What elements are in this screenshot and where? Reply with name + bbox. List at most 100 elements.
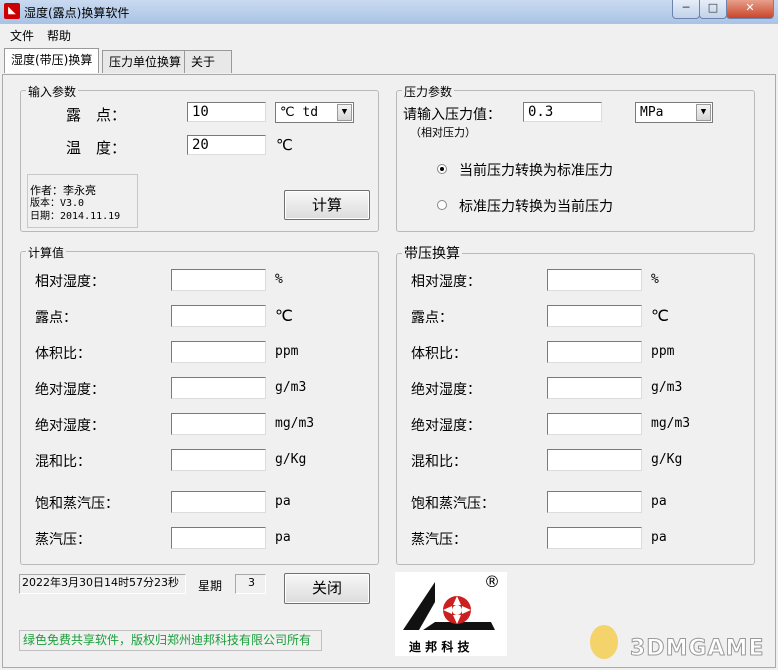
- tab-strip: 湿度(带压)换算 压力单位换算 关于: [0, 46, 778, 74]
- option-current-to-standard[interactable]: 当前压力转换为标准压力: [459, 160, 613, 180]
- option-standard-to-current[interactable]: 标准压力转换为当前压力: [459, 196, 613, 216]
- pressure-unit-value: MPa: [640, 105, 664, 120]
- dew-input[interactable]: 10: [187, 102, 266, 122]
- weekday-label: 星期: [198, 579, 223, 593]
- pressure-calc-output[interactable]: [547, 491, 642, 513]
- calc-values-label: 露点：: [35, 310, 77, 326]
- pressure-calc-label: 露点：: [411, 310, 453, 326]
- calc-values-output[interactable]: [171, 269, 266, 291]
- pressure-calc-label: 绝对湿度：: [411, 418, 481, 434]
- pressure-calc-group: [396, 253, 755, 565]
- pressure-prompt: 请输入压力值：: [403, 107, 501, 123]
- pressure-calc-output[interactable]: [547, 377, 642, 399]
- minimize-button[interactable]: ─: [672, 0, 700, 19]
- app-logo-icon: ◣: [4, 3, 20, 19]
- calculate-button[interactable]: 计算: [284, 190, 370, 220]
- tab-pressure-unit[interactable]: 压力单位换算: [102, 50, 189, 73]
- pressure-calc-label: 饱和蒸汽压：: [411, 496, 495, 512]
- temp-unit: ℃: [276, 136, 293, 154]
- calc-values-title: 计算值: [26, 244, 67, 261]
- menu-bar: 文件 帮助: [0, 24, 778, 44]
- pressure-calc-unit: pa: [651, 530, 667, 545]
- pressure-calc-unit: %: [651, 272, 659, 287]
- title-bar: ◣ 湿度(露点)换算软件 ─ □ ✕: [0, 0, 778, 25]
- pressure-calc-label: 相对湿度：: [411, 274, 481, 290]
- dew-unit-value: ℃ td: [280, 105, 319, 120]
- chick-mascot-icon: [590, 625, 618, 659]
- tab-about[interactable]: 关于: [184, 50, 232, 73]
- input-params-title: 输入参数: [26, 83, 79, 100]
- calc-values-output[interactable]: [171, 413, 266, 435]
- chevron-down-icon: ▼: [696, 104, 711, 121]
- registered-mark: ®: [484, 572, 500, 591]
- window-title: 湿度(露点)换算软件: [24, 6, 130, 20]
- pressure-params-title: 压力参数: [402, 83, 455, 100]
- date-text: 日期：2014.11.19: [30, 211, 121, 222]
- pressure-calc-unit: g/Kg: [651, 452, 683, 467]
- pressure-calc-output[interactable]: [547, 269, 642, 291]
- calc-values-group: [20, 251, 379, 565]
- calc-values-output[interactable]: [171, 341, 266, 363]
- radio-current-to-standard[interactable]: [437, 164, 447, 174]
- pressure-calc-label: 蒸汽压：: [411, 532, 467, 548]
- tab-humidity[interactable]: 湿度(带压)换算: [4, 48, 100, 73]
- calc-values-label: 混和比：: [35, 454, 91, 470]
- close-button[interactable]: 关闭: [284, 573, 370, 604]
- pressure-calc-output[interactable]: [547, 413, 642, 435]
- close-window-button[interactable]: ✕: [726, 0, 774, 19]
- author-text: 作者：李永亮: [30, 184, 96, 197]
- pressure-calc-output[interactable]: [547, 305, 642, 327]
- brand-name: 迪 邦 科 技: [409, 640, 470, 654]
- menu-help[interactable]: 帮助: [47, 27, 71, 44]
- maximize-button[interactable]: □: [699, 0, 727, 19]
- pressure-calc-output[interactable]: [547, 449, 642, 471]
- pressure-calc-label: 混和比：: [411, 454, 467, 470]
- calc-values-unit: ppm: [275, 344, 299, 359]
- calc-values-label: 体积比：: [35, 346, 91, 362]
- calc-values-label: 绝对湿度：: [35, 418, 105, 434]
- calc-values-output[interactable]: [171, 305, 266, 327]
- temp-label: 温 度：: [66, 139, 127, 157]
- dew-unit-select[interactable]: ℃ td ▼: [275, 102, 354, 123]
- pressure-calc-unit: pa: [651, 494, 667, 509]
- calc-values-unit: mg/m3: [275, 416, 315, 431]
- calc-values-output[interactable]: [171, 449, 266, 471]
- brand-logo: ® 迪 邦 科 技: [395, 572, 507, 656]
- calc-values-label: 蒸汽压：: [35, 532, 91, 548]
- weekday-value: 3: [235, 574, 266, 594]
- calc-values-label: 绝对湿度：: [35, 382, 105, 398]
- calc-values-output[interactable]: [171, 491, 266, 513]
- pressure-calc-unit: g/m3: [651, 380, 683, 395]
- temp-input[interactable]: 20: [187, 135, 266, 155]
- datetime-display: 2022年3月30日14时57分23秒: [19, 574, 186, 594]
- pressure-unit-select[interactable]: MPa ▼: [635, 102, 713, 123]
- author-info: 作者：李永亮 版本：V3.0 日期：2014.11.19: [27, 174, 138, 228]
- watermark-text: 3DMGAME: [629, 636, 765, 662]
- pressure-calc-unit: mg/m3: [651, 416, 691, 431]
- pressure-calc-title: 带压换算: [402, 243, 462, 263]
- radio-standard-to-current[interactable]: [437, 200, 447, 210]
- pressure-calc-unit: ℃: [651, 306, 669, 325]
- calc-values-output[interactable]: [171, 527, 266, 549]
- pressure-calc-output[interactable]: [547, 341, 642, 363]
- calc-values-unit: g/Kg: [275, 452, 307, 467]
- calc-values-unit: pa: [275, 530, 291, 545]
- calc-values-output[interactable]: [171, 377, 266, 399]
- calc-values-label: 相对湿度：: [35, 274, 105, 290]
- calc-values-label: 饱和蒸汽压：: [35, 496, 119, 512]
- calc-values-unit: ℃: [275, 306, 293, 325]
- version-text: 版本：V3.0: [30, 198, 85, 209]
- calc-values-unit: pa: [275, 494, 291, 509]
- copyright-footer: 绿色免费共享软件，版权归郑州迪邦科技有限公司所有: [19, 630, 322, 651]
- pressure-calc-label: 体积比：: [411, 346, 467, 362]
- dew-label: 露 点：: [66, 106, 127, 124]
- chevron-down-icon: ▼: [337, 104, 352, 121]
- pressure-calc-output[interactable]: [547, 527, 642, 549]
- calc-values-unit: g/m3: [275, 380, 307, 395]
- pressure-calc-unit: ppm: [651, 344, 675, 359]
- pressure-calc-label: 绝对湿度：: [411, 382, 481, 398]
- pressure-input[interactable]: 0.3: [523, 102, 602, 122]
- menu-file[interactable]: 文件: [10, 27, 34, 44]
- calc-values-unit: %: [275, 272, 283, 287]
- relative-pressure-note: （相对压力）: [410, 126, 476, 139]
